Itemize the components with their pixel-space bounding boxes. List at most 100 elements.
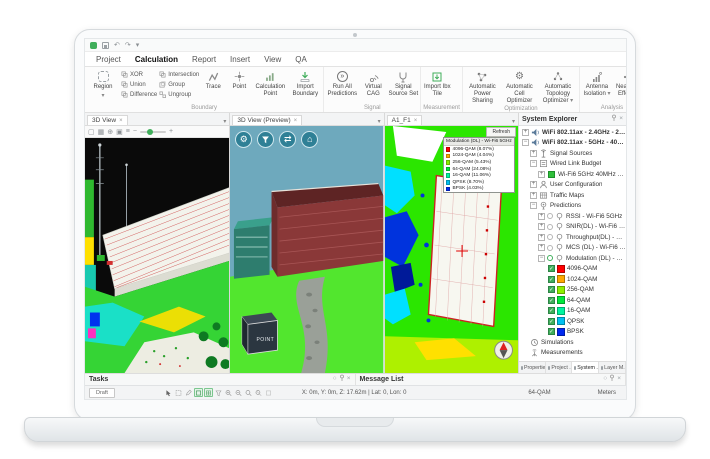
expand-icon[interactable]: + (529, 149, 537, 157)
zoom-window-icon[interactable] (244, 388, 253, 397)
tree-item-wired-link-budget[interactable]: − Wired Link Budget (521, 159, 626, 170)
zoom-in-icon[interactable] (224, 388, 233, 397)
trace-button[interactable]: Trace (201, 68, 225, 91)
xor-button[interactable]: XOR (121, 70, 157, 79)
tab-properties[interactable]: Properties (519, 362, 547, 373)
tab-qa[interactable]: QA (288, 53, 314, 66)
tree-item-user-configuration[interactable]: + User Configuration (521, 180, 626, 191)
scene-3d-preview[interactable]: ⚙ ⇄ ⌂ POINT (230, 126, 384, 373)
draft-tab[interactable]: Draft (89, 387, 115, 398)
view2-close-icon[interactable]: × (294, 118, 298, 124)
quick-access-caret-icon[interactable]: ▾ (136, 42, 140, 49)
modulation-item[interactable]: ✓ 16-QAM (521, 306, 626, 317)
collapse-circle-icon[interactable]: ○ (333, 376, 337, 383)
expand-icon[interactable]: + (537, 244, 545, 252)
run-all-predictions-button[interactable]: » Run All Predictions (326, 68, 358, 98)
view3-tab[interactable]: A1_F1 × (386, 115, 423, 125)
tree-item-simulations[interactable]: Simulations (521, 337, 626, 348)
union-button[interactable]: Union (121, 80, 157, 89)
select-cursor-icon[interactable] (164, 388, 173, 397)
view1-close-icon[interactable]: × (119, 118, 123, 124)
modulation-item[interactable]: ✓ 64-QAM (521, 295, 626, 306)
checkbox-checked-icon[interactable]: ✓ (547, 286, 555, 294)
expand-icon[interactable]: + (537, 223, 545, 231)
import-boundary-button[interactable]: Import Boundary (289, 68, 321, 98)
tab-system-explorer[interactable]: System ... (572, 362, 600, 373)
checkbox-checked-icon[interactable]: ✓ (547, 265, 555, 273)
tree-item-signal-sources[interactable]: + Signal Sources (521, 148, 626, 159)
checkbox-checked-icon[interactable]: ✓ (547, 307, 555, 315)
tree-item-traffic-maps[interactable]: + Traffic Maps (521, 190, 626, 201)
scene-3d-hangar[interactable] (85, 138, 230, 373)
modulation-item[interactable]: ✓ 4096-QAM (521, 264, 626, 275)
solid-mode-icon[interactable]: ▣ (116, 128, 123, 136)
expand-icon[interactable]: + (529, 181, 537, 189)
refresh-button[interactable]: Refresh (486, 127, 516, 137)
pin-icon[interactable] (611, 114, 617, 125)
pan-icon[interactable] (264, 388, 273, 397)
checkbox-checked-icon[interactable]: ✓ (547, 296, 555, 304)
view3-close-icon[interactable]: × (414, 118, 418, 124)
modulation-item[interactable]: ✓ QPSK (521, 316, 626, 327)
checkbox-checked-icon[interactable]: ✓ (547, 328, 555, 336)
virtual-cag-button[interactable]: Virtual CAG (360, 68, 386, 98)
close-icon[interactable]: × (347, 376, 351, 383)
tree-item-wifi-5[interactable]: − WiFi 802.11ax - 5GHz - 40MHz (521, 138, 626, 149)
expand-icon[interactable]: + (521, 128, 529, 136)
snap-toggle-icon[interactable] (193, 388, 203, 397)
calculation-point-button[interactable]: Calculation Point (253, 68, 287, 98)
tree-item-wifi-24[interactable]: + WiFi 802.11ax - 2.4GHz - 20MHz (521, 127, 626, 138)
import-ibx-tile-button[interactable]: Import Ibx Tile (423, 68, 451, 98)
tree-item-wifi6-ofdm[interactable]: + Wi-Fi6 5GHz 40MHz OFDM (521, 169, 626, 180)
checkbox-checked-icon[interactable]: ✓ (547, 317, 555, 325)
collapse-circle-icon[interactable]: ○ (603, 376, 607, 383)
tree-item-predictions[interactable]: − Predictions (521, 201, 626, 212)
redo-icon[interactable]: ↷ (125, 42, 131, 49)
select-mode-icon[interactable]: ▢ (88, 128, 95, 136)
view2-caret-icon[interactable]: ▾ (378, 118, 381, 125)
view1-tab[interactable]: 3D View × (87, 115, 128, 125)
intersection-button[interactable]: Intersection (159, 70, 199, 79)
tab-project-explorer[interactable]: Project ... (546, 362, 573, 373)
expand-icon[interactable]: + (537, 212, 545, 220)
tree-item-mcs[interactable]: + MCS (DL) - Wi-Fi6 5GHz (521, 243, 626, 254)
pin-icon[interactable] (339, 374, 345, 385)
collapse-icon[interactable]: − (521, 139, 529, 147)
expand-icon[interactable]: + (537, 233, 545, 241)
radio-icon[interactable] (546, 213, 553, 220)
modulation-item[interactable]: ✓ BPSK (521, 327, 626, 338)
view3-caret-icon[interactable]: ▾ (512, 118, 515, 125)
message-list-panel-header[interactable]: Message List ○ × (356, 374, 626, 385)
view1-caret-icon[interactable]: ▾ (223, 118, 226, 125)
collapse-icon[interactable]: − (529, 202, 537, 210)
point-button[interactable]: Point (227, 68, 251, 91)
near-far-effect-button[interactable]: Near-Far Effect ▾ (614, 68, 626, 98)
radio-icon[interactable] (546, 223, 553, 230)
difference-button[interactable]: Difference (121, 90, 157, 99)
status-units[interactable]: Meters (598, 390, 616, 396)
zoom-in-small-icon[interactable]: + (169, 128, 173, 135)
pin-icon[interactable] (609, 374, 615, 385)
tab-view[interactable]: View (257, 53, 288, 66)
automatic-power-sharing-button[interactable]: Automatic Power Sharing (465, 68, 500, 105)
expand-icon[interactable]: + (537, 170, 545, 178)
zoom-slider-knob[interactable] (146, 128, 153, 135)
filter-icon[interactable] (214, 388, 223, 397)
tab-project[interactable]: Project (89, 53, 128, 66)
zoom-out-icon[interactable] (234, 388, 243, 397)
tasks-panel-header[interactable]: Tasks ○ × (85, 374, 356, 385)
ungroup-button[interactable]: Ungroup (159, 90, 199, 99)
zoom-out-small-icon[interactable]: − (133, 128, 137, 135)
layers-icon[interactable]: ≡ (126, 128, 130, 135)
tree-item-modulation[interactable]: − Modulation (DL) - Wi-Fi6 5G... (521, 253, 626, 264)
region-button[interactable]: Region ▾ (87, 68, 119, 99)
tree-item-rssi[interactable]: + RSSI - Wi-Fi6 5GHz (521, 211, 626, 222)
group-button[interactable]: Group (159, 80, 199, 89)
radio-selected-icon[interactable] (546, 255, 553, 262)
undo-icon[interactable]: ↶ (114, 42, 120, 49)
grid-toggle-icon[interactable] (203, 388, 213, 397)
grid-mode-icon[interactable]: ▦ (98, 128, 105, 136)
automatic-cell-optimizer-button[interactable]: ⚙ Automatic Cell Optimizer (502, 68, 537, 105)
tree-item-snir[interactable]: + SNIR(DL) - Wi-Fi6 5GHz (521, 222, 626, 233)
tab-report[interactable]: Report (185, 53, 223, 66)
